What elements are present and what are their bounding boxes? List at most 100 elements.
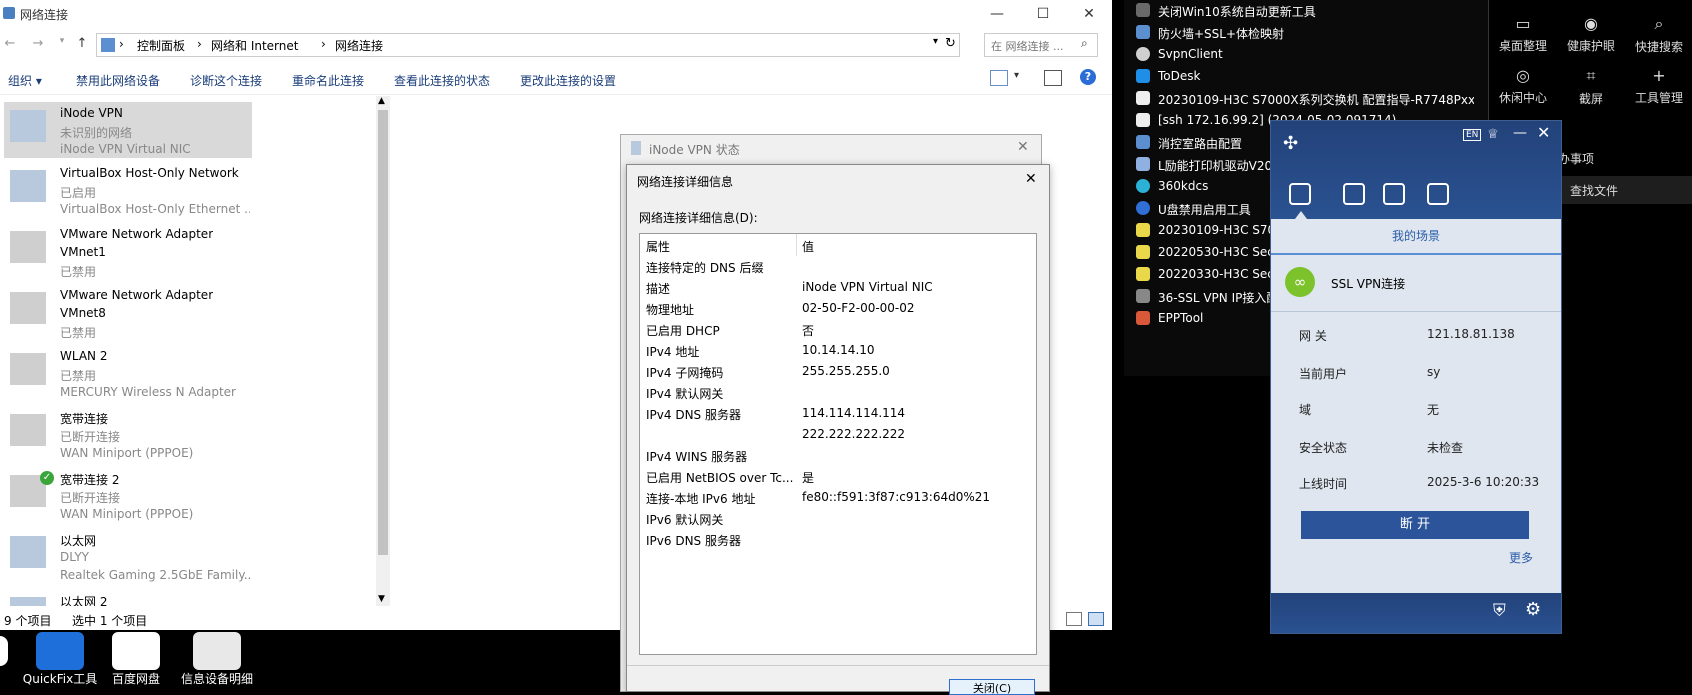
list-item[interactable]: SvpnClient: [1134, 44, 1474, 66]
inode-client-window: ✣ EN ♕ — ✕ 我的场景 ∞ SSL VPN连接 网 关 121.18.81…: [1270, 120, 1562, 634]
organize-menu[interactable]: 组织 ▾: [8, 72, 42, 89]
tool-manage-button[interactable]: + 工具管理: [1624, 66, 1692, 106]
scroll-down-icon[interactable]: ▼: [378, 594, 385, 604]
close-button[interactable]: ✕: [1066, 0, 1112, 28]
disconnect-button[interactable]: 断 开: [1301, 511, 1529, 539]
list-item[interactable]: iNode VPN 未识别的网络 iNode VPN Virtual NIC: [4, 102, 252, 158]
tiles-view-icon[interactable]: [1088, 612, 1104, 626]
table-row[interactable]: IPv4 DNS 服务器 114.114.114.114: [640, 403, 1036, 424]
list-item[interactable]: WLAN 2 已禁用 MERCURY Wireless N Adapter: [4, 345, 252, 401]
shortcut-label: QuickFix工具: [22, 672, 98, 686]
dropdown-chevron-icon[interactable]: ▾: [933, 36, 938, 47]
gear-icon[interactable]: ⚙: [1525, 599, 1541, 620]
scroll-up-icon[interactable]: ▲: [378, 96, 385, 106]
desktop-shortcut[interactable]: 信息设备明细: [174, 630, 260, 687]
list-item[interactable]: VMware Network Adapter VMnet1 已禁用: [4, 223, 252, 279]
table-row[interactable]: IPv4 默认网关: [640, 382, 1036, 403]
list-item[interactable]: ToDesk: [1134, 66, 1474, 88]
adapter-device: Realtek Gaming 2.5GbE Family...: [60, 568, 250, 582]
list-item[interactable]: 宽带连接 已断开连接 WAN Miniport (PPPOE): [4, 406, 252, 462]
address-bar[interactable]: › 控制面板 › 网络和 Internet › 网络连接 ▾ ↻: [96, 33, 960, 57]
help-icon[interactable]: ?: [1080, 69, 1096, 85]
app-icon: [1136, 179, 1150, 193]
forward-arrow-icon[interactable]: →: [28, 36, 48, 56]
close-icon[interactable]: ✕: [1537, 123, 1550, 142]
ssl-vpn-connection-row[interactable]: ∞ SSL VPN连接: [1271, 255, 1561, 312]
recent-chevron-icon[interactable]: ▾: [52, 36, 72, 56]
log-tab-icon[interactable]: [1383, 183, 1405, 205]
chevron-down-icon[interactable]: ▾: [1014, 70, 1019, 81]
table-row[interactable]: IPv4 子网掩码 255.255.255.0: [640, 361, 1036, 382]
close-dialog-button[interactable]: 关闭(C): [949, 679, 1035, 695]
back-arrow-icon[interactable]: ←: [0, 36, 20, 56]
list-item[interactable]: 20230109-H3C S7000X系列交换机 配置指导-R7748Pxx-.…: [1134, 88, 1474, 110]
table-row[interactable]: IPv6 默认网关: [640, 508, 1036, 529]
list-item[interactable]: 关闭Win10系统自动更新工具: [1134, 0, 1474, 22]
breadcrumb-item[interactable]: 网络和 Internet: [211, 37, 298, 54]
language-toggle[interactable]: EN: [1463, 129, 1482, 141]
eye-care-button[interactable]: ◉ 健康护眼: [1556, 14, 1626, 54]
connection-name: SSL VPN连接: [1331, 277, 1406, 291]
scene-tab-label[interactable]: 我的场景: [1271, 219, 1561, 255]
table-row[interactable]: 连接特定的 DNS 后缀: [640, 256, 1036, 277]
preview-pane-icon[interactable]: [1044, 70, 1062, 86]
table-row[interactable]: 已启用 NetBIOS over Tc... 是: [640, 466, 1036, 487]
change-settings-button[interactable]: 更改此连接的设置: [520, 72, 616, 89]
table-row[interactable]: 已启用 DHCP 否: [640, 319, 1036, 340]
minimize-button[interactable]: —: [974, 0, 1020, 28]
disable-device-button[interactable]: 禁用此网络设备: [76, 72, 160, 89]
shield-icon[interactable]: ⛨: [1493, 601, 1506, 621]
find-file-row[interactable]: 、查找文件: [1558, 176, 1692, 204]
table-row[interactable]: 物理地址 02-50-F2-00-00-02: [640, 298, 1036, 319]
list-item[interactable]: VMware Network Adapter VMnet8 已禁用: [4, 284, 252, 340]
inode-header: ✣ EN ♕ — ✕: [1271, 121, 1561, 219]
help-doc-icon: [1136, 267, 1150, 281]
inode-logo-icon: ✣: [1283, 133, 1299, 154]
table-row[interactable]: IPv6 DNS 服务器: [640, 529, 1036, 550]
list-item[interactable]: 防火墙+SSL+体检映射: [1134, 22, 1474, 44]
desktop-shortcut[interactable]: 百度网盘: [98, 630, 174, 687]
column-header-property[interactable]: 属性: [646, 238, 670, 255]
details-table[interactable]: 属性 值 连接特定的 DNS 后缀 描述 iNode VPN Virtual NI…: [639, 233, 1037, 655]
table-row[interactable]: 222.222.222.222: [640, 424, 1036, 445]
scrollbar-thumb[interactable]: [378, 110, 388, 555]
network-adapter-icon: [10, 110, 46, 142]
search-icon[interactable]: ⌕: [1081, 36, 1088, 51]
desktop-shortcut[interactable]: QuickFix工具: [22, 630, 98, 687]
list-item[interactable]: VirtualBox Host-Only Network 已启用 Virtual…: [4, 162, 252, 218]
column-header-value[interactable]: 值: [802, 238, 814, 255]
table-row[interactable]: 描述 iNode VPN Virtual NIC: [640, 277, 1036, 298]
diagnose-button[interactable]: 诊断这个连接: [190, 72, 262, 89]
rename-button[interactable]: 重命名此连接: [292, 72, 364, 89]
close-icon[interactable]: ✕: [1017, 139, 1029, 155]
table-row[interactable]: IPv4 地址 10.14.14.10: [640, 340, 1036, 361]
scene-tab-icon[interactable]: [1289, 183, 1311, 205]
search-icon: ⌕: [1654, 14, 1664, 33]
wifi-adapter-icon: [10, 353, 46, 385]
maximize-button[interactable]: ☐: [1020, 0, 1066, 28]
list-item[interactable]: 以太网 2: [4, 589, 252, 606]
screenshot-button[interactable]: ⌗ 截屏: [1556, 66, 1626, 107]
minimize-icon[interactable]: —: [1513, 125, 1527, 141]
search-input[interactable]: 在 网络连接 ... ⌕: [984, 33, 1098, 57]
message-tab-icon[interactable]: [1343, 183, 1365, 205]
table-row[interactable]: IPv4 WINS 服务器: [640, 445, 1036, 466]
active-tab-pointer: [1295, 211, 1307, 219]
table-row[interactable]: 连接-本地 IPv6 地址 fe80::f591:3f87:c913:64d0%2…: [640, 487, 1036, 508]
up-arrow-icon[interactable]: ↑: [72, 36, 92, 56]
breadcrumb-item[interactable]: 网络连接: [335, 37, 383, 54]
details-view-icon[interactable]: [1066, 612, 1082, 626]
more-link[interactable]: 更多: [1509, 549, 1533, 566]
notes-tab-icon[interactable]: [1427, 183, 1449, 205]
quick-search-button[interactable]: ⌕ 快捷搜索: [1624, 14, 1692, 55]
view-status-button[interactable]: 查看此连接的状态: [394, 72, 490, 89]
list-item[interactable]: ✓ 宽带连接 2 已断开连接 WAN Miniport (PPPOE): [4, 467, 252, 523]
refresh-icon[interactable]: ↻: [945, 36, 956, 51]
desktop-tidy-button[interactable]: ▭ 桌面整理: [1488, 14, 1558, 54]
view-options-icon[interactable]: [990, 70, 1008, 86]
leisure-button[interactable]: ◎ 休闲中心: [1488, 66, 1558, 106]
close-icon[interactable]: ✕: [1025, 171, 1037, 187]
skin-icon[interactable]: ♕: [1487, 127, 1499, 142]
breadcrumb-item[interactable]: 控制面板: [137, 37, 185, 54]
list-item[interactable]: 以太网 DLYY Realtek Gaming 2.5GbE Family...: [4, 528, 252, 584]
